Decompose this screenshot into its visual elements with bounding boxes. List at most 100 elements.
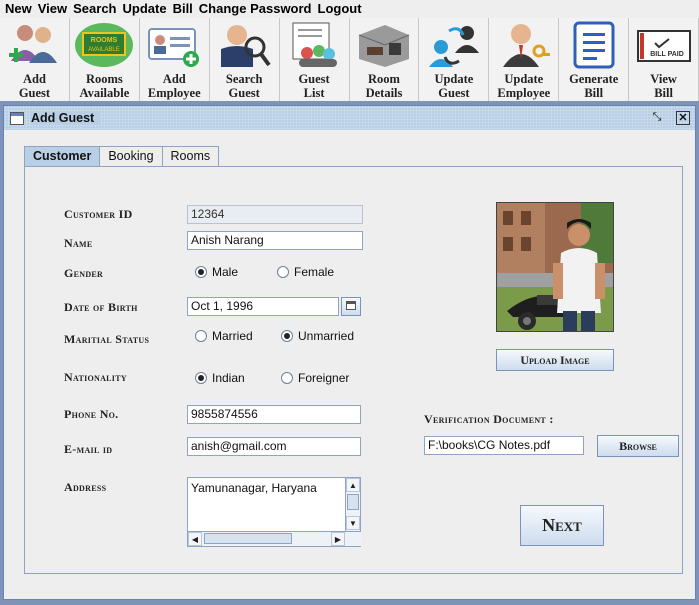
rooms-available-button[interactable]: ROOMS AVAILABLE Rooms Available: [69, 18, 140, 101]
tab-bar: Customer Booking Rooms: [24, 146, 220, 166]
upload-image-button[interactable]: Upload Image: [496, 349, 614, 371]
browse-button[interactable]: Browse: [597, 435, 679, 457]
room-details-button[interactable]: Room Details: [349, 18, 420, 101]
radio-selected-icon: [281, 330, 293, 342]
rooms-sign-text-2: AVAILABLE: [89, 47, 120, 53]
calendar-icon: [346, 301, 356, 310]
update-employee-label: Update Employee: [497, 72, 551, 100]
verification-document-label: Verification Document :: [424, 412, 554, 426]
gender-male-radio[interactable]: Male: [195, 265, 238, 279]
marital-unmarried-radio[interactable]: Unmarried: [281, 329, 354, 343]
guest-list-button[interactable]: Guest List: [279, 18, 350, 101]
radio-selected-icon: [195, 266, 207, 278]
bill-paid-text: BILL PAID: [650, 51, 684, 58]
scroll-left-icon[interactable]: ◀: [188, 532, 202, 546]
marital-status-label: Maritial Status: [64, 332, 150, 346]
next-button[interactable]: Next: [520, 505, 604, 546]
add-guest-icon: [3, 20, 65, 70]
nationality-label: Nationality: [64, 370, 127, 384]
guest-photo: [496, 202, 614, 332]
view-bill-icon: BILL PAID: [633, 20, 695, 70]
menu-change-password[interactable]: Change Password: [196, 0, 315, 18]
window-icon: [10, 111, 24, 125]
tab-booking[interactable]: Booking: [99, 146, 163, 166]
add-employee-button[interactable]: Add Employee: [139, 18, 210, 101]
add-guest-label: Add Guest: [18, 72, 51, 100]
horizontal-scroll-thumb[interactable]: [204, 533, 292, 544]
room-details-label: Room Details: [365, 72, 403, 100]
customer-id-field: 12364: [187, 205, 363, 224]
radio-unselected-icon: [277, 266, 289, 278]
app-window: New View Search Update Bill Change Passw…: [0, 0, 699, 605]
frame-title-bar[interactable]: Add Guest ⤡ ✕: [4, 106, 695, 130]
close-icon[interactable]: ✕: [676, 111, 690, 125]
address-label: Address: [64, 480, 107, 494]
search-guest-icon: [213, 20, 275, 70]
update-employee-icon: [493, 20, 555, 70]
generate-bill-button[interactable]: Generate Bill: [559, 18, 630, 101]
update-guest-label: Update Guest: [434, 72, 474, 100]
rooms-available-label: Rooms Available: [79, 72, 130, 100]
calendar-button[interactable]: [341, 297, 361, 316]
frame-body: Customer Booking Rooms Customer ID Name …: [4, 130, 695, 599]
view-bill-label: View Bill: [650, 72, 677, 100]
rooms-sign-text-1: ROOMS: [91, 37, 118, 44]
restore-icon[interactable]: ⤡: [650, 111, 664, 125]
menu-bill[interactable]: Bill: [170, 0, 196, 18]
room-details-icon: [353, 20, 415, 70]
gender-label: Gender: [64, 266, 104, 280]
guest-list-icon: [283, 20, 345, 70]
dob-field[interactable]: Oct 1, 1996: [187, 297, 339, 316]
gender-female-radio[interactable]: Female: [277, 265, 334, 279]
email-field[interactable]: anish@gmail.com: [187, 437, 361, 456]
frame-title: Add Guest: [31, 111, 101, 125]
radio-unselected-icon: [281, 372, 293, 384]
address-horizontal-scrollbar[interactable]: ◀ ▶: [188, 531, 361, 546]
update-guest-icon: [423, 20, 485, 70]
nationality-foreigner-label: Foreigner: [298, 371, 350, 385]
add-employee-icon: [143, 20, 205, 70]
update-guest-button[interactable]: Update Guest: [419, 18, 490, 101]
menu-search[interactable]: Search: [70, 0, 119, 18]
marital-unmarried-label: Unmarried: [298, 329, 355, 343]
marital-married-label: Married: [212, 329, 253, 343]
scroll-up-icon[interactable]: ▲: [346, 478, 360, 492]
marital-married-radio[interactable]: Married: [195, 329, 253, 343]
gender-male-label: Male: [212, 265, 239, 279]
verification-document-field[interactable]: F:\books\CG Notes.pdf: [424, 436, 584, 455]
phone-field[interactable]: 9855874556: [187, 405, 361, 424]
generate-bill-icon: [563, 20, 625, 70]
customer-id-label: Customer ID: [64, 207, 133, 221]
customer-panel: Customer ID Name Gender Date of Birth Ma…: [24, 166, 683, 574]
scroll-down-icon[interactable]: ▼: [346, 516, 360, 530]
menu-new[interactable]: New: [2, 0, 35, 18]
update-employee-button[interactable]: Update Employee: [489, 18, 560, 101]
address-textarea[interactable]: Yamunanagar, Haryana ▲ ▼ ◀ ▶: [187, 477, 361, 547]
address-vertical-scrollbar[interactable]: ▲ ▼: [345, 478, 360, 531]
phone-label: Phone No.: [64, 407, 119, 421]
menu-update[interactable]: Update: [120, 0, 170, 18]
menubar: New View Search Update Bill Change Passw…: [0, 0, 699, 18]
scroll-right-icon[interactable]: ▶: [331, 532, 345, 546]
address-value: Yamunanagar, Haryana: [191, 481, 317, 495]
tab-rooms[interactable]: Rooms: [161, 146, 220, 166]
add-guest-button[interactable]: Add Guest: [0, 18, 70, 101]
tab-customer[interactable]: Customer: [24, 146, 101, 166]
search-guest-button[interactable]: Search Guest: [209, 18, 280, 101]
add-employee-label: Add Employee: [147, 72, 201, 100]
radio-unselected-icon: [195, 330, 207, 342]
menu-logout[interactable]: Logout: [315, 0, 365, 18]
nationality-foreigner-radio[interactable]: Foreigner: [281, 371, 349, 385]
guest-list-label: Guest List: [298, 72, 330, 100]
rooms-available-icon: ROOMS AVAILABLE: [73, 20, 135, 70]
nationality-indian-radio[interactable]: Indian: [195, 371, 245, 385]
toolbar: Add Guest ROOMS AVAILABLE Rooms Availabl…: [0, 18, 699, 101]
view-bill-button[interactable]: BILL PAID View Bill: [629, 18, 699, 101]
dob-label: Date of Birth: [64, 300, 138, 314]
add-guest-frame: Add Guest ⤡ ✕ Customer Booking Rooms Cus…: [3, 105, 696, 600]
name-field[interactable]: Anish Narang: [187, 231, 363, 250]
generate-bill-label: Generate Bill: [569, 72, 619, 100]
menu-view[interactable]: View: [35, 0, 70, 18]
vertical-scroll-thumb[interactable]: [347, 494, 359, 510]
email-label: E-mail id: [64, 442, 113, 456]
